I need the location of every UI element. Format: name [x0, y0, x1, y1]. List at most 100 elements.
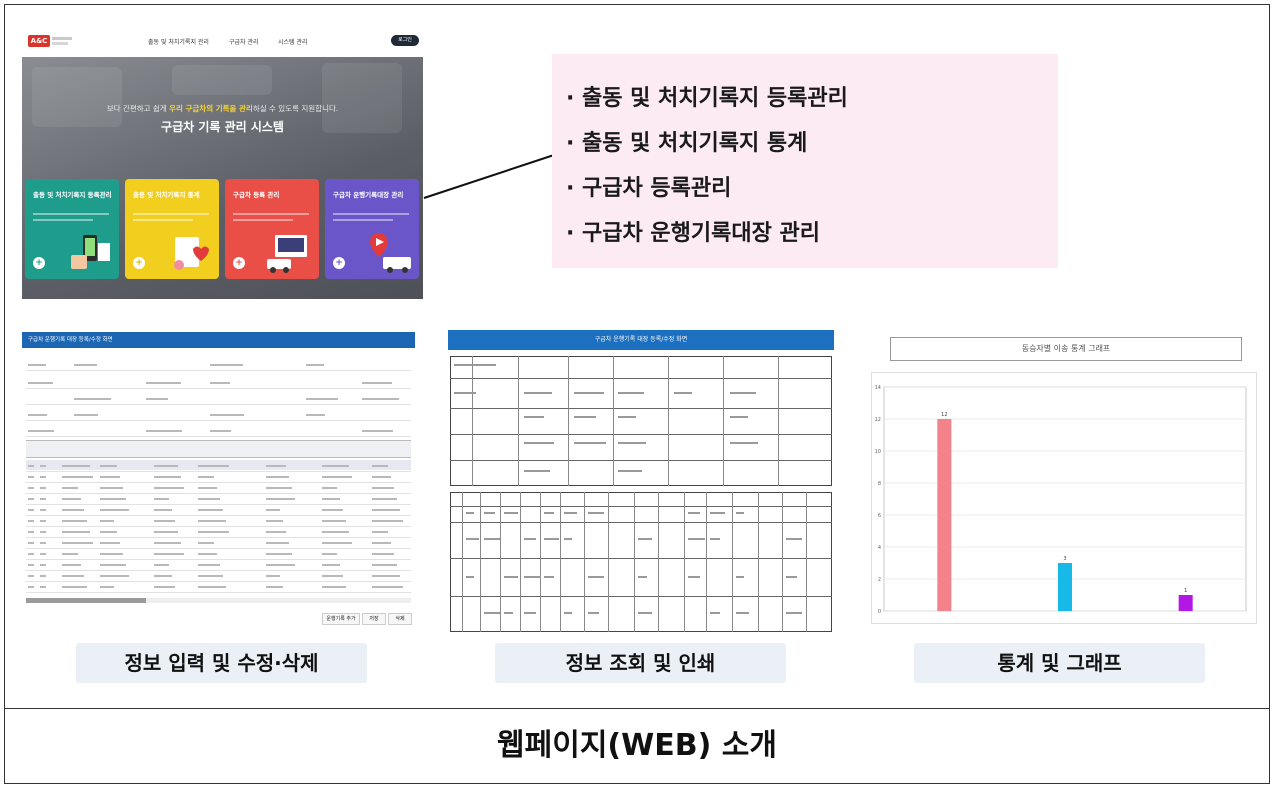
table-cell: [588, 512, 604, 514]
form-text: [574, 442, 606, 444]
card-title: 구급차 등록 관리: [233, 191, 280, 199]
y-tick-label: 10: [875, 449, 881, 455]
table-cell: [710, 612, 720, 614]
table-cell: [638, 576, 647, 578]
feature-item: · 구급차 등록관리: [566, 176, 732, 201]
form-text: [28, 430, 54, 432]
form-text: [524, 470, 550, 472]
table-cell: [40, 465, 46, 467]
nav-item-ambulance[interactable]: 구급차 관리: [229, 37, 259, 46]
table-cell: [504, 576, 518, 578]
grid-line: [568, 356, 569, 486]
form-text: [618, 392, 644, 394]
table-cell: [154, 498, 169, 500]
table-cell: [154, 531, 178, 533]
table-cell: [524, 612, 536, 614]
nav-item-dispatch-records[interactable]: 출동 및 처치기록지 관리: [148, 37, 209, 46]
table-cell: [62, 476, 93, 478]
label-statistics-graph: 통계 및 그래프: [914, 643, 1205, 683]
table-cell: [40, 476, 46, 478]
table-row[interactable]: [26, 537, 411, 538]
table-cell: [266, 586, 283, 588]
bar-value-label: 1: [1184, 588, 1187, 594]
table-row[interactable]: [26, 515, 411, 516]
table-cell: [28, 487, 34, 489]
table-cell: [266, 542, 289, 544]
table-row[interactable]: [26, 581, 411, 582]
site-logo[interactable]: A&C: [28, 35, 72, 47]
grid-line: [450, 460, 832, 461]
table-cell: [266, 498, 295, 500]
table-cell: [736, 512, 744, 514]
bar-value-label: 3: [1063, 556, 1066, 562]
form-text: [730, 392, 756, 394]
card-title: 출동 및 처치기록지 통계: [133, 191, 200, 199]
table-row[interactable]: [26, 482, 411, 483]
clipboard-heart-icon: [174, 237, 209, 270]
table-row[interactable]: [26, 570, 411, 571]
scrollbar-thumb[interactable]: [26, 598, 146, 603]
card-dispatch-records[interactable]: 출동 및 처치기록지 등록관리 +: [25, 179, 119, 279]
table-row[interactable]: [26, 548, 411, 549]
hero-subtitle: 보다 간편하고 쉽게 우리 구급차의 기록을 관리하실 수 있도록 지원합니다.: [22, 103, 423, 114]
card-ambulance-registration[interactable]: 구급차 등록 관리 +: [225, 179, 319, 279]
table-row[interactable]: [26, 471, 411, 472]
table-row[interactable]: [26, 592, 411, 593]
grid-line: [450, 378, 832, 379]
card-dispatch-statistics[interactable]: 출동 및 처치기록지 통계 +: [125, 179, 219, 279]
table-cell: [688, 576, 700, 578]
y-tick-label: 12: [875, 417, 881, 423]
form-divider: [26, 420, 411, 421]
card-desc-line: [333, 213, 409, 215]
logo-mark: A&C: [28, 35, 50, 47]
table-cell: [40, 498, 46, 500]
table-cell: [198, 553, 217, 555]
table-cell: [100, 564, 126, 566]
table-cell: [564, 612, 572, 614]
table-row[interactable]: [26, 526, 411, 527]
table-cell: [322, 498, 340, 500]
save-button[interactable]: 저장: [362, 613, 386, 625]
table-cell: [484, 538, 500, 540]
form-text: [362, 382, 392, 384]
login-button[interactable]: 로그인: [391, 35, 419, 46]
form-text: [210, 414, 244, 416]
table-row[interactable]: [26, 504, 411, 505]
form-text: [478, 364, 496, 366]
bar-value-label: 12: [941, 412, 947, 418]
input-edit-screenshot: 구급차 운행기록 대장 등록/수정 화면 운행기록 추가 저장 삭제: [22, 332, 415, 628]
grid-line: [462, 492, 463, 632]
nav-item-system[interactable]: 시스템 관리: [278, 37, 308, 46]
horizontal-scrollbar[interactable]: [26, 598, 411, 603]
delete-button[interactable]: 삭제: [388, 613, 412, 625]
plus-icon[interactable]: +: [33, 257, 45, 269]
table-cell: [688, 512, 700, 514]
table-cell: [688, 538, 705, 540]
table-cell: [100, 487, 123, 489]
table-cell: [100, 542, 120, 544]
table-cell: [154, 509, 172, 511]
subtitle-part: 보다 간편하고 쉽게: [106, 104, 170, 113]
card-ambulance-logbook[interactable]: 구급차 운행기록대장 관리 +: [325, 179, 419, 279]
form-text: [362, 398, 399, 400]
table-cell: [710, 512, 725, 514]
table-cell: [154, 553, 184, 555]
grid-line: [782, 492, 783, 632]
form-text: [674, 392, 692, 394]
table-row[interactable]: [26, 493, 411, 494]
statistics-graph-screenshot: 0 2 4 6 8 10 12 14 12 3 1: [871, 372, 1257, 624]
form-text: [618, 470, 642, 472]
plus-icon[interactable]: +: [233, 257, 245, 269]
top-nav-bar: A&C 출동 및 처치기록지 관리 구급차 관리 시스템 관리 로그인: [22, 25, 423, 57]
table-row[interactable]: [26, 559, 411, 560]
add-record-button[interactable]: 운행기록 추가: [322, 613, 360, 625]
plus-icon[interactable]: +: [133, 257, 145, 269]
table-cell: [62, 498, 81, 500]
plus-icon[interactable]: +: [333, 257, 345, 269]
form-text: [146, 382, 181, 384]
y-tick-label: 0: [878, 609, 881, 615]
form-text: [618, 442, 646, 444]
table-cell: [372, 542, 391, 544]
grid-line: [450, 506, 832, 507]
grid-line: [608, 492, 609, 632]
